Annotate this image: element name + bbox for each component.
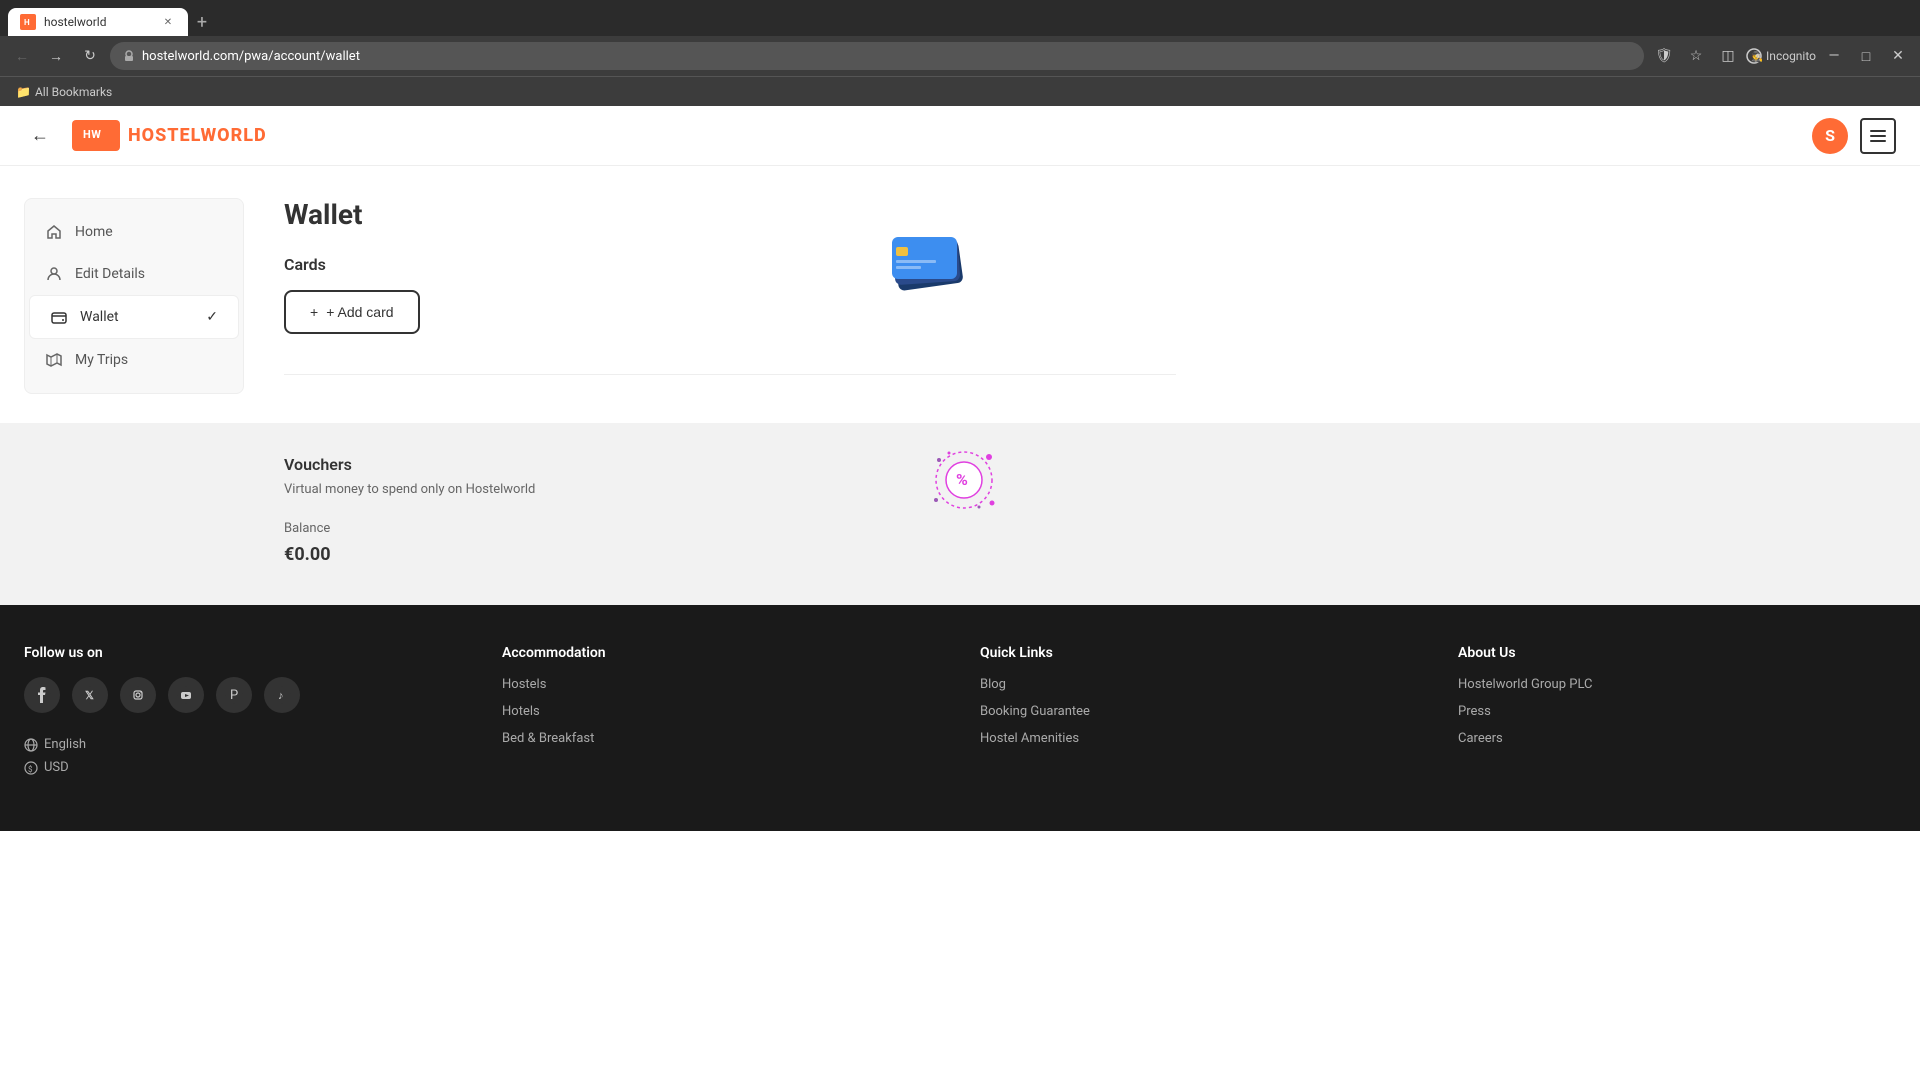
incognito-label: Incognito [1766,49,1816,63]
tab-label: hostelworld [44,15,152,29]
footer-link-bnb[interactable]: Bed & Breakfast [502,731,940,746]
wallet-active-check: ✓ [206,309,218,325]
tiktok-icon[interactable]: ♪ [264,677,300,713]
sidebar-item-my-trips[interactable]: My Trips [25,339,243,381]
tab-close-button[interactable]: ✕ [160,14,176,30]
footer-link-group[interactable]: Hostelworld Group PLC [1458,677,1896,692]
back-button[interactable]: ← [24,120,56,152]
sidebar-trips-label: My Trips [75,352,128,368]
footer-link-blog[interactable]: Blog [980,677,1418,692]
vouchers-desc: Virtual money to spend only on Hostelwor… [284,482,1224,497]
follow-us-title: Follow us on [24,645,462,661]
facebook-icon[interactable] [24,677,60,713]
svg-text:𝕏: 𝕏 [85,689,94,702]
instagram-icon[interactable] [120,677,156,713]
balance-amount: €0.00 [284,544,1224,565]
menu-button[interactable] [1860,118,1896,154]
footer-link-booking-guarantee[interactable]: Booking Guarantee [980,704,1418,719]
youtube-icon[interactable] [168,677,204,713]
minimize-button[interactable]: — [1820,42,1848,70]
bookmarks-bar: 📁 All Bookmarks [0,76,1920,106]
wallet-icon [50,308,68,326]
currency-label: USD [44,760,69,775]
vouchers-title: Vouchers [284,455,1224,474]
logo: HW HOSTELWORLD [72,120,267,151]
menu-line-2 [1870,135,1886,137]
close-window-button[interactable]: ✕ [1884,42,1912,70]
reload-button[interactable]: ↻ [76,42,104,70]
main-content: Home Edit Details [0,166,1200,439]
sidebar-item-wallet[interactable]: Wallet ✓ [29,295,239,339]
pinterest-icon[interactable]: P [216,677,252,713]
logo-box: HW [72,120,120,151]
menu-line-1 [1870,130,1886,132]
back-nav-button[interactable]: ← [8,42,36,70]
new-tab-button[interactable]: + [188,8,216,36]
forward-nav-button[interactable]: → [42,42,70,70]
svg-text:🕵: 🕵 [1751,50,1762,63]
twitter-x-icon[interactable]: 𝕏 [72,677,108,713]
quick-links-title: Quick Links [980,645,1418,661]
user-icon [45,265,63,283]
sidebar-item-home[interactable]: Home [25,211,243,253]
add-card-label: + Add card [326,304,393,320]
sidebar: Home Edit Details [24,198,244,394]
wallet-title: Wallet [284,198,1176,231]
svg-text:$: $ [28,765,33,774]
tab-favicon: H [20,14,36,30]
url-text: hostelworld.com/pwa/account/wallet [142,49,1632,64]
menu-line-3 [1870,140,1886,142]
section-divider [284,374,1176,375]
add-card-plus: + [310,304,318,320]
sidebar-wallet-label: Wallet [80,309,119,325]
vouchers-section: Vouchers Virtual money to spend only on … [284,455,1224,565]
shield-icon: 🛡 [1650,42,1678,70]
footer-link-hotels[interactable]: Hotels [502,704,940,719]
balance-label: Balance [284,521,1224,536]
svg-text:♪: ♪ [278,689,284,702]
add-card-button[interactable]: + + Add card [284,290,420,334]
language-label: English [44,737,86,752]
home-icon [45,223,63,241]
footer-link-amenities[interactable]: Hostel Amenities [980,731,1418,746]
bookmark-star-icon[interactable]: ☆ [1682,42,1710,70]
footer: Follow us on 𝕏 P [0,605,1920,831]
cards-section: Cards + + Add card [284,255,1176,334]
incognito-badge: 🕵 Incognito [1746,48,1816,64]
browser-tab[interactable]: H hostelworld ✕ [8,8,188,36]
restore-button[interactable]: □ [1852,42,1880,70]
svg-text:H: H [24,18,30,27]
accommodation-title: Accommodation [502,645,940,661]
map-icon [45,351,63,369]
footer-link-press[interactable]: Press [1458,704,1896,719]
social-icons: 𝕏 P ♪ [24,677,462,713]
cards-title: Cards [284,255,326,274]
svg-text:P: P [230,688,238,703]
footer-link-hostels[interactable]: Hostels [502,677,940,692]
extension-icon[interactable]: ◫ [1714,42,1742,70]
language-selector[interactable]: English [24,737,462,752]
sidebar-edit-label: Edit Details [75,266,145,282]
address-bar[interactable]: hostelworld.com/pwa/account/wallet [110,42,1644,70]
about-us-title: About Us [1458,645,1896,661]
card-illustration [886,225,976,299]
sidebar-item-edit-details[interactable]: Edit Details [25,253,243,295]
browser-chrome: H hostelworld ✕ + ← → ↻ hostelworld.com/… [0,0,1920,76]
footer-link-careers[interactable]: Careers [1458,731,1896,746]
currency-selector[interactable]: $ USD [24,760,462,775]
bookmarks-label: All Bookmarks [35,85,112,99]
lock-icon [122,49,136,63]
svg-text:HW: HW [83,128,101,141]
sidebar-home-label: Home [75,224,113,240]
wallet-main: Wallet Cards [284,198,1176,407]
user-avatar[interactable]: S [1812,118,1848,154]
logo-text: HOSTELWORLD [128,125,267,146]
app-header: ← HW HOSTELWORLD S [0,106,1920,166]
